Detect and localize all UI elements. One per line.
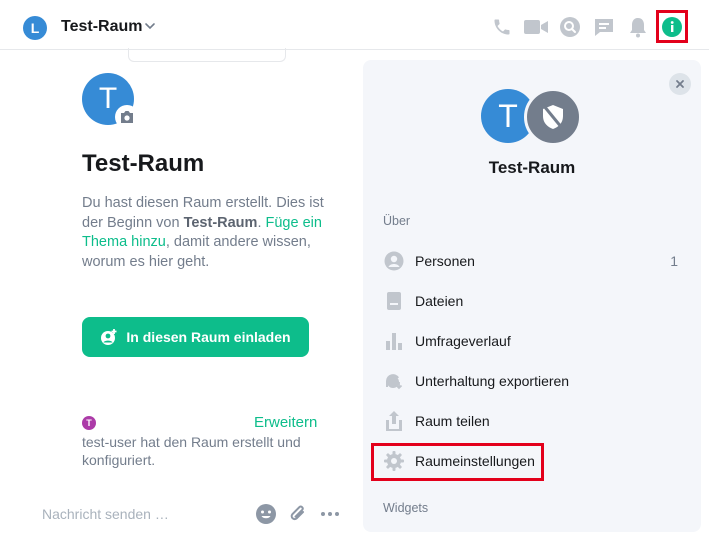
event-sender-avatar[interactable]: T [82, 416, 96, 430]
panel-item-poll-history[interactable]: Umfrageverlauf [378, 323, 688, 359]
share-icon [380, 407, 408, 435]
room-created-summary: test-user hat den Raum erstellt und konf… [82, 434, 301, 468]
message-composer-input[interactable]: Nachricht senden … [42, 506, 169, 522]
timeline-scroll-stub [128, 48, 286, 62]
panel-item-label: Personen [415, 253, 475, 269]
panel-item-label: Raum teilen [415, 413, 490, 429]
panel-item-people[interactable]: Personen 1 [378, 243, 688, 279]
panel-item-label: Umfrageverlauf [415, 333, 511, 349]
panel-room-name: Test-Raum [488, 158, 576, 177]
voice-call-icon[interactable] [490, 15, 514, 39]
emoji-icon[interactable] [254, 502, 278, 526]
export-chat-icon [380, 367, 408, 395]
poll-history-icon [380, 327, 408, 355]
room-header: L Test-Raum [0, 0, 709, 50]
panel-item-export-chat[interactable]: Unterhaltung exportieren [378, 363, 688, 399]
section-widgets-label: Widgets [383, 501, 429, 515]
notifications-bell-icon[interactable] [626, 15, 650, 39]
files-icon [380, 287, 408, 315]
room-name-button[interactable]: Test-Raum [61, 18, 143, 36]
panel-item-files[interactable]: Dateien [378, 283, 688, 319]
attachment-icon[interactable] [286, 502, 310, 526]
space-avatar[interactable]: L [23, 16, 47, 40]
panel-item-label: Unterhaltung exportieren [415, 373, 570, 389]
threads-icon[interactable] [592, 15, 616, 39]
section-about-label: Über [383, 214, 411, 228]
member-count: 1 [670, 253, 678, 269]
chevron-down-icon[interactable] [144, 20, 156, 32]
room-settings-highlight [371, 443, 544, 481]
expand-events-link[interactable]: Erweitern [254, 414, 317, 431]
invite-to-room-button[interactable]: In diesen Raum einladen [82, 317, 309, 357]
room-info-highlight [656, 10, 688, 43]
search-icon[interactable] [558, 15, 582, 39]
intro-room-name: Test-Raum [183, 214, 258, 231]
invite-person-icon [101, 329, 117, 345]
camera-icon[interactable] [115, 105, 139, 129]
invite-button-label: In diesen Raum einladen [126, 329, 291, 345]
room-intro-text: Du hast diesen Raum erstellt. Dies ist d… [82, 194, 332, 272]
shield-off-icon [524, 88, 582, 146]
people-icon [380, 247, 408, 275]
close-panel-icon[interactable] [669, 73, 691, 95]
panel-item-label: Dateien [415, 293, 464, 309]
intro-dot: . [257, 214, 262, 231]
video-call-icon[interactable] [522, 15, 550, 39]
more-options-icon[interactable] [318, 502, 342, 526]
panel-item-share-room[interactable]: Raum teilen [378, 403, 688, 439]
room-heading: Test-Raum [82, 150, 205, 177]
